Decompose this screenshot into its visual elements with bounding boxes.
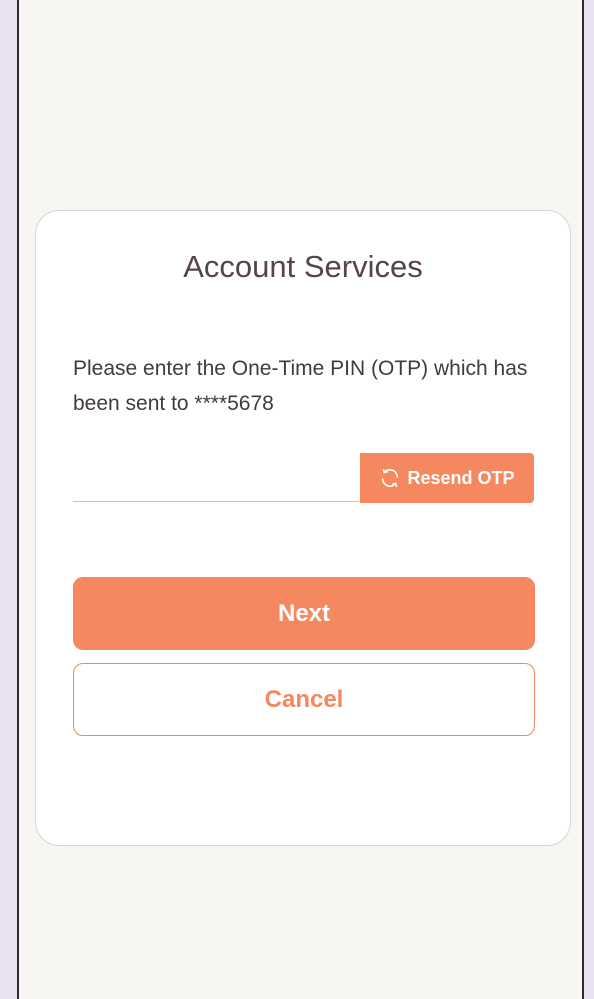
resend-otp-button[interactable]: Resend OTP (360, 453, 534, 503)
resend-otp-label: Resend OTP (407, 467, 515, 488)
refresh-icon (379, 467, 401, 489)
next-button[interactable]: Next (73, 577, 535, 650)
app-screen: Account Services Please enter the One-Ti… (17, 0, 584, 999)
otp-instructions: Please enter the One-Time PIN (OTP) whic… (73, 357, 528, 415)
dialog-title: Account Services (183, 249, 423, 284)
otp-input-row: Resend OTP (73, 453, 535, 503)
otp-dialog-card: Account Services Please enter the One-Ti… (35, 210, 571, 846)
otp-input[interactable] (73, 453, 359, 502)
cancel-button[interactable]: Cancel (73, 663, 535, 736)
